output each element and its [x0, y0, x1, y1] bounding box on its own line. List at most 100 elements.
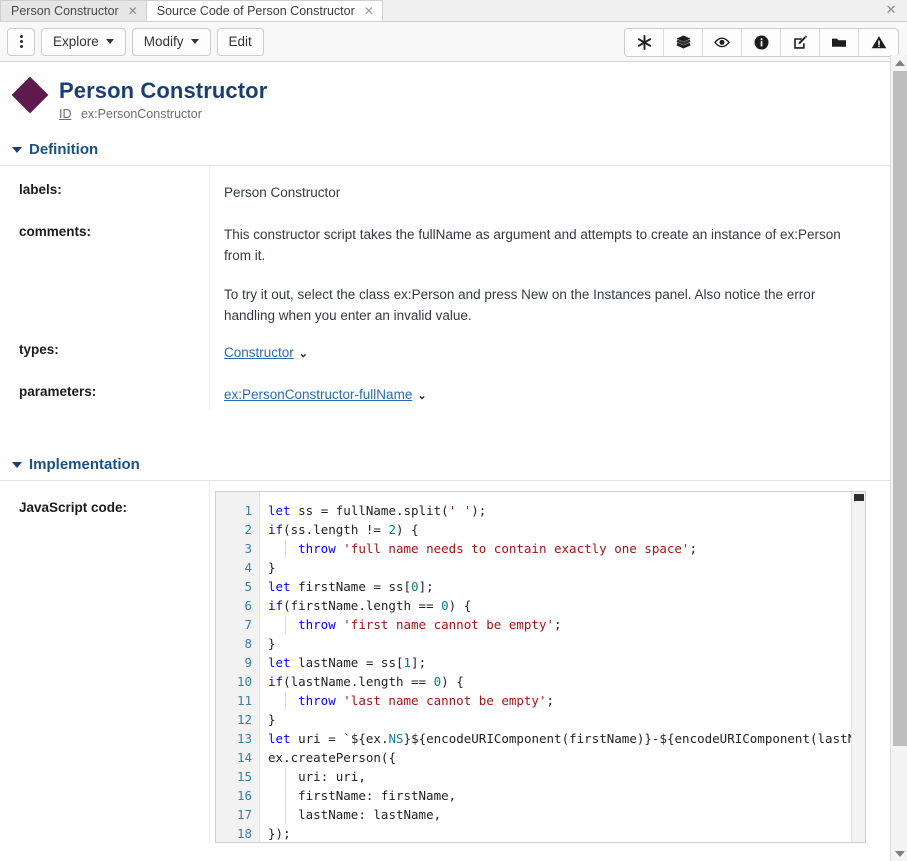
- chevron-down-icon[interactable]: ⌄: [299, 344, 308, 365]
- toolbar: Explore Modify Edit: [0, 22, 907, 62]
- info-button[interactable]: [742, 29, 781, 56]
- eye-button[interactable]: [703, 29, 742, 56]
- warning-icon: [870, 34, 888, 51]
- code-line: }: [268, 634, 865, 653]
- code-line: }: [268, 558, 865, 577]
- folder-button[interactable]: [820, 29, 859, 56]
- code-scrollbar-thumb[interactable]: [854, 494, 864, 501]
- spacer: [0, 410, 890, 436]
- scroll-down-arrow-icon[interactable]: [891, 846, 907, 861]
- property-value: This constructor script takes the fullNa…: [210, 208, 890, 326]
- page-scrollbar-thumb[interactable]: [893, 71, 907, 746]
- code-line-number: 5: [216, 577, 252, 596]
- code-line-number: 13: [216, 729, 252, 748]
- explore-label: Explore: [53, 34, 99, 49]
- content-area: Person Constructor ID ex:PersonConstruct…: [0, 62, 890, 861]
- resource-type-diamond-icon: [12, 77, 49, 114]
- code-line: }: [268, 710, 865, 729]
- code-line-number: 11: [216, 691, 252, 710]
- chevron-down-icon[interactable]: ⌄: [417, 386, 426, 407]
- code-line-number: 6: [216, 596, 252, 615]
- code-label: JavaScript code:: [0, 481, 210, 843]
- kebab-menu-icon: [20, 35, 23, 48]
- code-line: throw 'first name cannot be empty';: [268, 615, 865, 634]
- window-close-icon[interactable]: ✕: [883, 2, 899, 18]
- toolbar-icon-group: [624, 28, 899, 57]
- comment-paragraph-1: This constructor script takes the fullNa…: [224, 224, 868, 266]
- layers-button[interactable]: [664, 29, 703, 56]
- code-line-number: 7: [216, 615, 252, 634]
- code-line: throw 'last name cannot be empty';: [268, 691, 865, 710]
- page-title: Person Constructor: [59, 78, 267, 104]
- tab-source-code-of-person-constructor[interactable]: Source Code of Person Constructor ✕: [146, 0, 383, 21]
- property-value: Constructor ⌄: [210, 326, 890, 368]
- property-label: parameters:: [0, 368, 210, 410]
- resource-id-label: ID: [59, 107, 72, 121]
- property-row-javascript-code: JavaScript code: 12345678910111213141516…: [0, 481, 890, 843]
- tab-close-icon[interactable]: ✕: [364, 5, 374, 17]
- code-line-number: 4: [216, 558, 252, 577]
- section-title: Definition: [29, 141, 98, 158]
- warning-button[interactable]: [859, 29, 898, 56]
- tab-close-icon[interactable]: ✕: [128, 5, 138, 17]
- tab-label: Person Constructor: [11, 4, 119, 18]
- edit-pencil-button[interactable]: [781, 29, 820, 56]
- comment-paragraph-2: To try it out, select the class ex:Perso…: [224, 284, 868, 326]
- code-editor[interactable]: 123456789101112131415161718 let ss = ful…: [215, 491, 866, 843]
- modify-button[interactable]: Modify: [132, 28, 211, 56]
- code-line: let lastName = ss[1];: [268, 653, 865, 672]
- overflow-menu-button[interactable]: [7, 28, 35, 56]
- code-line-number: 2: [216, 520, 252, 539]
- section-header-definition[interactable]: Definition: [0, 121, 890, 166]
- folder-icon: [830, 34, 848, 51]
- code-editor-inner: 123456789101112131415161718 let ss = ful…: [216, 492, 865, 842]
- property-row-comments: comments: This constructor script takes …: [0, 208, 890, 326]
- code-line: let uri = `${ex.NS}${encodeURIComponent(…: [268, 729, 865, 748]
- code-line-number: 12: [216, 710, 252, 729]
- edit-button[interactable]: Edit: [217, 28, 264, 56]
- scroll-up-arrow-icon[interactable]: [891, 55, 907, 70]
- section-header-implementation[interactable]: Implementation: [0, 436, 890, 481]
- chevron-down-icon: [191, 39, 199, 44]
- code-line-number: 15: [216, 767, 252, 786]
- code-vertical-scrollbar[interactable]: [851, 492, 865, 842]
- code-line-number: 16: [216, 786, 252, 805]
- property-row-parameters: parameters: ex:PersonConstructor-fullNam…: [0, 368, 890, 410]
- explore-button[interactable]: Explore: [41, 28, 126, 56]
- property-row-types: types: Constructor ⌄: [0, 326, 890, 368]
- info-icon: [753, 34, 770, 51]
- code-line-number: 10: [216, 672, 252, 691]
- code-line-number: 17: [216, 805, 252, 824]
- tab-person-constructor[interactable]: Person Constructor ✕: [0, 0, 147, 21]
- section-title: Implementation: [29, 456, 140, 473]
- property-label: types:: [0, 326, 210, 368]
- tab-strip: Person Constructor ✕ Source Code of Pers…: [0, 0, 907, 22]
- code-line: throw 'full name needs to contain exactl…: [268, 539, 865, 558]
- code-line: if(lastName.length == 0) {: [268, 672, 865, 691]
- modify-label: Modify: [144, 34, 184, 49]
- resource-id-value: ex:PersonConstructor: [81, 107, 202, 121]
- code-text[interactable]: let ss = fullName.split(' ');if(ss.lengt…: [260, 492, 865, 842]
- disclosure-triangle-icon[interactable]: [12, 462, 22, 468]
- resource-id-line: ID ex:PersonConstructor: [59, 107, 267, 121]
- tab-label: Source Code of Person Constructor: [157, 4, 355, 18]
- code-line: lastName: lastName,: [268, 805, 865, 824]
- property-row-labels: labels: Person Constructor: [0, 166, 890, 208]
- chevron-down-icon: [106, 39, 114, 44]
- code-line: uri: uri,: [268, 767, 865, 786]
- page-vertical-scrollbar[interactable]: [890, 55, 907, 861]
- code-line: });: [268, 824, 865, 842]
- asterisk-button[interactable]: [625, 29, 664, 56]
- eye-icon: [713, 34, 731, 51]
- code-line: ex.createPerson({: [268, 748, 865, 767]
- code-line: firstName: firstName,: [268, 786, 865, 805]
- toolbar-left-group: Explore Modify Edit: [0, 28, 264, 56]
- code-line: if(firstName.length == 0) {: [268, 596, 865, 615]
- disclosure-triangle-icon[interactable]: [12, 147, 22, 153]
- type-link-constructor[interactable]: Constructor: [224, 345, 294, 360]
- code-line-number: 18: [216, 824, 252, 843]
- resource-title-block: Person Constructor ID ex:PersonConstruct…: [59, 76, 267, 121]
- code-line-numbers: 123456789101112131415161718: [216, 492, 260, 842]
- parameter-link-fullname[interactable]: ex:PersonConstructor-fullName: [224, 387, 412, 402]
- code-line: if(ss.length != 2) {: [268, 520, 865, 539]
